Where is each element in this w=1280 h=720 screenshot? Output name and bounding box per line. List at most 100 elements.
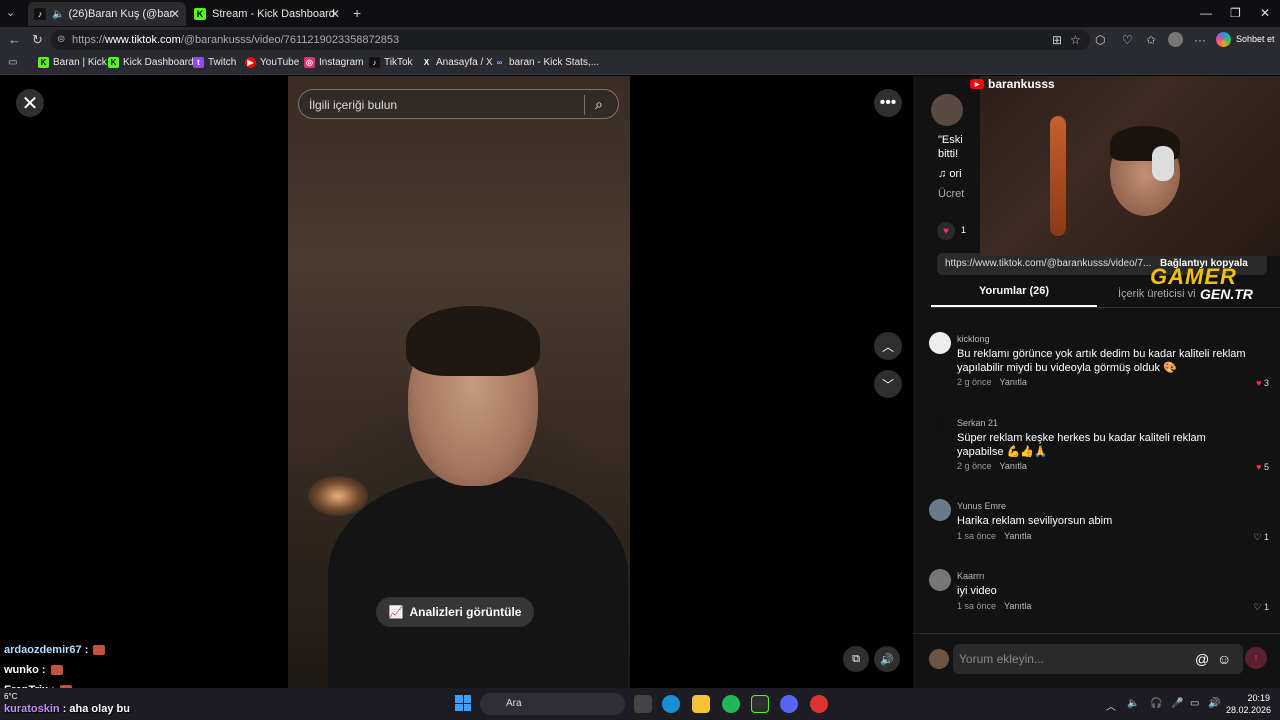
- file-explorer-icon[interactable]: [692, 695, 710, 713]
- volume-button[interactable]: 🔊: [874, 646, 900, 672]
- bookmark-tiktok[interactable]: ♪ TikTok: [369, 57, 413, 68]
- previous-video-button[interactable]: ︿: [874, 332, 902, 360]
- search-icon[interactable]: ⌕: [595, 96, 603, 113]
- commenter-avatar[interactable]: [929, 416, 951, 438]
- comment-username[interactable]: Yunus Emre: [957, 501, 1006, 511]
- bookmark-baran-kick[interactable]: K Baran | Kick: [38, 57, 107, 68]
- favorite-star-icon[interactable]: ☆: [1070, 33, 1081, 47]
- clock-date: 28.02.2026: [1226, 705, 1272, 715]
- task-view-icon[interactable]: [634, 695, 652, 713]
- comment-like[interactable]: ♥ 5: [1256, 462, 1269, 472]
- comment-username[interactable]: Kaarrrı: [957, 571, 985, 581]
- youtube-channel-badge: ▶ barankusss: [970, 77, 1055, 91]
- close-tab-icon[interactable]: ✕: [330, 7, 340, 21]
- brand-logo-line1: GAMER: [1150, 264, 1237, 289]
- close-video-button[interactable]: ✕: [16, 89, 44, 117]
- minimize-icon[interactable]: —: [1200, 6, 1212, 20]
- copilot-chat-button[interactable]: Sohbet et: [1236, 34, 1275, 44]
- heart-filled-icon: ♥: [1256, 378, 1262, 388]
- weather-label[interactable]: 6°C: [4, 692, 17, 701]
- tray-chevron-icon[interactable]: ︿: [1106, 698, 1116, 713]
- instagram-icon: ◎: [304, 57, 315, 68]
- spotify-icon[interactable]: [722, 695, 740, 713]
- music-row[interactable]: ♫ ori: [938, 168, 962, 180]
- app-icon[interactable]: [751, 695, 769, 713]
- headphones-icon[interactable]: 🎧: [1150, 698, 1162, 709]
- kick-icon: K: [108, 57, 119, 68]
- tab-label: (26)Baran Kuş (@barankusss): [68, 8, 173, 20]
- comment-like-count: 5: [1263, 462, 1269, 472]
- reply-button[interactable]: Yanıtla: [1004, 601, 1031, 611]
- author-avatar[interactable]: [931, 94, 963, 126]
- tab-comments[interactable]: Yorumlar (26): [931, 285, 1097, 307]
- comment-username[interactable]: Serkan 21: [957, 418, 998, 428]
- reply-button[interactable]: Yanıtla: [1000, 377, 1027, 387]
- windows-start-icon[interactable]: [455, 695, 471, 711]
- comment-like[interactable]: ♥ 3: [1256, 378, 1269, 388]
- comment-like[interactable]: ♡ 1: [1253, 532, 1269, 543]
- mention-icon[interactable]: @: [1195, 651, 1209, 667]
- bookmark-label: Instagram: [319, 57, 364, 68]
- edge-icon[interactable]: [662, 695, 680, 713]
- emoji-icon[interactable]: ☺: [1217, 651, 1231, 667]
- close-window-icon[interactable]: ✕: [1260, 6, 1270, 20]
- bookmark-instagram[interactable]: ◎ Instagram: [304, 57, 363, 68]
- profile-avatar[interactable]: [1168, 32, 1183, 47]
- streamer-camera-overlay: [980, 76, 1280, 256]
- next-video-button[interactable]: ﹀: [874, 370, 902, 398]
- comment-like[interactable]: ♡ 1: [1253, 602, 1269, 613]
- comment-username[interactable]: kicklong: [957, 334, 990, 344]
- performance-icon[interactable]: ♡: [1122, 33, 1133, 47]
- related-search-input[interactable]: [309, 96, 579, 114]
- commenter-avatar[interactable]: [929, 332, 951, 354]
- emote-icon: [93, 645, 106, 656]
- favorites-icon[interactable]: ✩: [1146, 33, 1156, 47]
- more-options-button[interactable]: •••: [874, 89, 902, 117]
- description-line: bitti!: [938, 148, 959, 160]
- bookmark-kick-dashboard[interactable]: K Kick Dashboard: [108, 57, 194, 68]
- bookmark-youtube[interactable]: ▶ YouTube: [245, 57, 299, 68]
- view-analytics-button[interactable]: 📈 Analizleri görüntüle: [376, 597, 534, 627]
- maximize-icon[interactable]: ❐: [1230, 6, 1241, 20]
- split-screen-icon[interactable]: ⊞: [1052, 33, 1062, 47]
- address-bar[interactable]: ⊜ https://www.tiktok.com/@barankusss/vid…: [50, 30, 1090, 50]
- bookmark-x[interactable]: X Anasayfa / X: [421, 57, 493, 68]
- site-info-icon[interactable]: ⊜: [57, 30, 65, 50]
- volume-icon[interactable]: 🔊: [1208, 698, 1220, 709]
- system-clock[interactable]: 20:19 28.02.2026: [1226, 692, 1272, 716]
- bookmark-kick-stats[interactable]: ∞ baran - Kick Stats,...: [494, 57, 599, 68]
- comment-input[interactable]: [959, 650, 1179, 668]
- send-comment-button[interactable]: ↑: [1245, 647, 1267, 669]
- reply-button[interactable]: Yanıtla: [1000, 461, 1027, 471]
- arrow-up-icon: ↑: [1253, 652, 1259, 664]
- refresh-icon[interactable]: ↻: [32, 32, 43, 48]
- tab-tiktok[interactable]: ♪ 🔈 (26)Baran Kuş (@barankusss) ✕: [28, 2, 186, 26]
- back-icon[interactable]: ←: [8, 32, 21, 47]
- microphone-icon[interactable]: 🎤: [1171, 698, 1183, 709]
- discord-icon[interactable]: [780, 695, 798, 713]
- extensions-icon[interactable]: ⬡: [1095, 33, 1105, 47]
- new-tab-icon[interactable]: +: [353, 5, 361, 21]
- bookmarks-menu-icon[interactable]: ▭: [8, 57, 17, 68]
- speaker-icon[interactable]: 🔈: [1127, 698, 1139, 709]
- heart-outline-icon: ♡: [1253, 602, 1262, 612]
- brand-logo-line2: GEN.TR: [1200, 286, 1253, 302]
- taskbar-search[interactable]: Ara: [480, 693, 625, 715]
- more-menu-icon[interactable]: ···: [1194, 33, 1206, 47]
- reply-button[interactable]: Yanıtla: [1004, 531, 1031, 541]
- close-tab-icon[interactable]: ✕: [170, 7, 180, 21]
- floating-player-button[interactable]: ⧉: [843, 646, 869, 672]
- app-icon[interactable]: [810, 695, 828, 713]
- monitor-icon[interactable]: ▭: [1190, 698, 1199, 709]
- bookmark-twitch[interactable]: t Twitch: [193, 57, 236, 68]
- copilot-icon[interactable]: [1216, 32, 1231, 47]
- comment-time: 2 g önce: [957, 377, 992, 387]
- chat-username: wunko: [4, 664, 39, 676]
- commenter-avatar[interactable]: [929, 499, 951, 521]
- tab-list-icon[interactable]: ⌄: [6, 6, 15, 19]
- bookmark-label: YouTube: [260, 57, 300, 68]
- like-button[interactable]: ♥: [937, 222, 955, 240]
- related-search-box: ⌕: [298, 89, 619, 119]
- tab-kick-dashboard[interactable]: K Stream - Kick Dashboard ✕: [188, 2, 346, 26]
- commenter-avatar[interactable]: [929, 569, 951, 591]
